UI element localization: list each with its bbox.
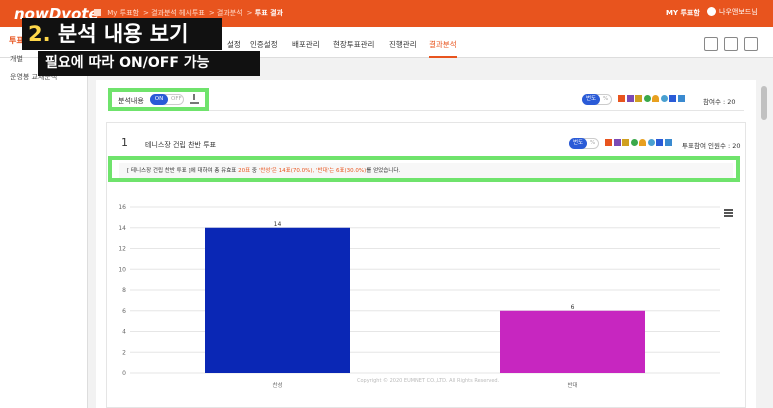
y-tick-label: 10: [118, 266, 126, 273]
y-tick-label: 12: [118, 246, 126, 253]
data-label: 14: [274, 221, 282, 228]
y-tick-label: 4: [122, 329, 126, 336]
callout-title: 분석 내용 보기: [57, 22, 189, 46]
y-tick-label: 16: [118, 204, 126, 211]
callout-number: 2.: [28, 22, 51, 46]
footer-copyright: Copyright © 2020 EUMNET CO.,LTD. All Rig…: [357, 378, 500, 384]
y-tick-label: 14: [118, 225, 126, 232]
y-tick-label: 2: [122, 349, 126, 356]
scrollbar[interactable]: [760, 80, 768, 408]
x-tick-label: 반대: [567, 381, 577, 389]
scrollbar-thumb[interactable]: [761, 86, 767, 120]
bar: [205, 227, 350, 373]
y-tick-label: 0: [122, 370, 126, 377]
tutorial-callout-subtitle: 필요에 따라 ON/OFF 가능: [38, 51, 260, 76]
bar: [500, 310, 645, 373]
y-tick-label: 8: [122, 287, 126, 294]
highlight-toggle-box: [108, 88, 209, 111]
data-label: 6: [571, 304, 575, 311]
chart-menu-icon[interactable]: [724, 209, 733, 217]
highlight-analysis-box: [108, 156, 740, 182]
y-tick-label: 6: [122, 308, 126, 315]
x-tick-label: 찬성: [272, 381, 282, 389]
tutorial-callout-title: 2. 분석 내용 보기: [22, 18, 222, 50]
